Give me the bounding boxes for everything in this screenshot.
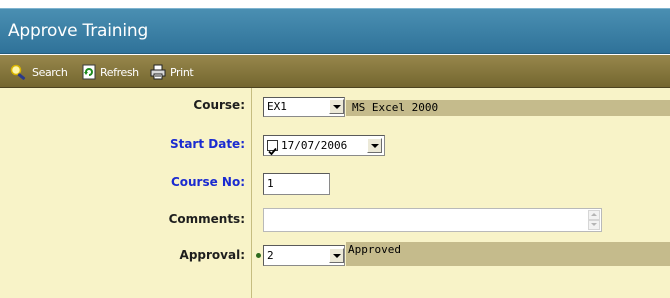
print-button[interactable]: Print xyxy=(150,64,194,80)
refresh-button[interactable]: Refresh xyxy=(82,64,139,80)
comments-textarea[interactable] xyxy=(263,208,602,232)
label-divider xyxy=(251,88,252,298)
search-label: Search xyxy=(32,65,68,79)
start-date-checkbox[interactable] xyxy=(267,140,278,156)
comments-scroll-down-button[interactable] xyxy=(588,220,600,230)
approval-value: 2 xyxy=(267,249,274,262)
course-no-label: Course No: xyxy=(170,175,245,189)
checkmark-icon xyxy=(268,147,277,156)
start-date-dropdown-button[interactable] xyxy=(367,138,382,153)
refresh-label: Refresh xyxy=(100,65,139,79)
search-icon xyxy=(10,64,28,80)
required-indicator-icon xyxy=(256,253,261,258)
search-button[interactable]: Search xyxy=(10,64,68,80)
title-bar: Approve Training xyxy=(0,8,670,54)
print-label: Print xyxy=(170,65,194,79)
print-icon xyxy=(150,64,166,80)
window-title: Approve Training xyxy=(8,21,149,41)
start-date-label: Start Date: xyxy=(169,137,245,151)
course-no-input[interactable]: 1 xyxy=(263,173,330,195)
course-value: EX1 xyxy=(267,100,287,113)
comments-label: Comments: xyxy=(168,212,245,226)
start-date-value: 17/07/2006 xyxy=(281,139,348,152)
course-dropdown-button[interactable] xyxy=(329,99,344,114)
course-label: Course: xyxy=(193,98,245,112)
approval-label: Approval: xyxy=(179,248,245,262)
form-area: Course: EX1 MS Excel 2000 Start Date: 17… xyxy=(0,88,670,298)
comments-scroll-up-button[interactable] xyxy=(588,210,600,220)
course-description: MS Excel 2000 xyxy=(346,100,670,116)
course-no-value: 1 xyxy=(267,177,274,190)
approval-description: Approved xyxy=(346,242,670,266)
refresh-icon xyxy=(82,64,96,80)
toolbar: Search Refresh Print xyxy=(0,55,670,88)
approval-dropdown-button[interactable] xyxy=(329,248,344,263)
